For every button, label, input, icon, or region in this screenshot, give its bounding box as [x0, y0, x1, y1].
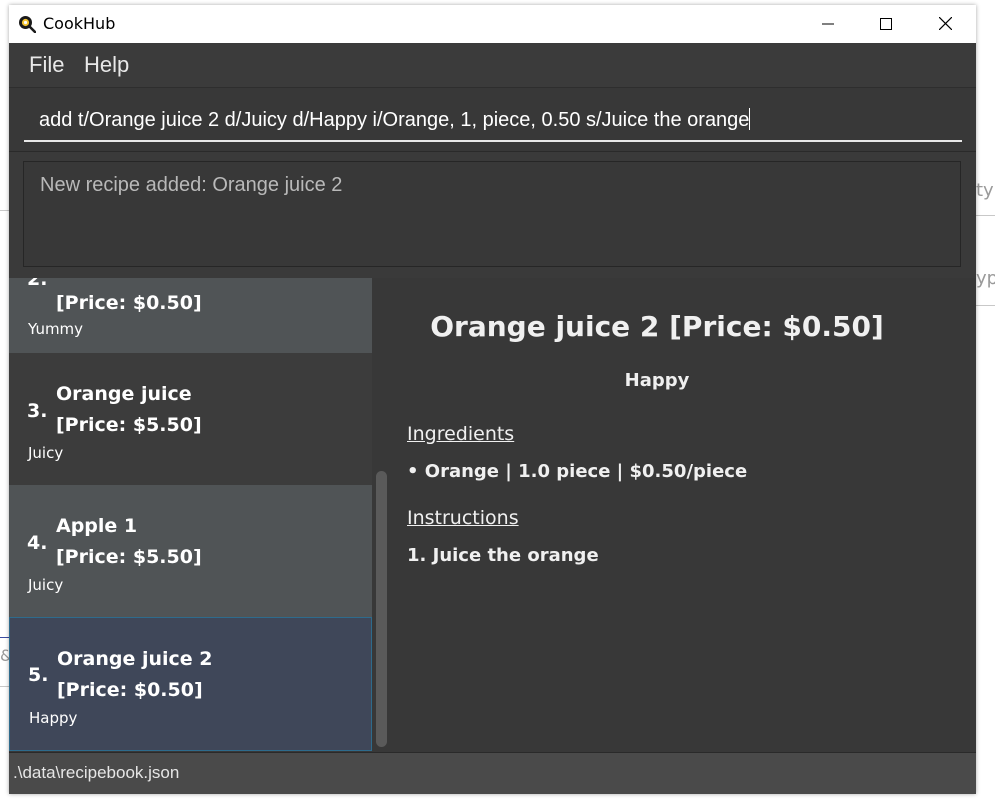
recipe-detail-title: Orange juice 2 [Price: $0.50]: [430, 310, 884, 343]
recipe-list-scrollbar[interactable]: [372, 278, 392, 752]
instruction-step: 1. Juice the orange: [407, 545, 599, 566]
recipe-index: 5.: [28, 664, 49, 686]
recipe-card-5[interactable]: 5. Orange juice 2 [Price: $0.50] Happy: [9, 617, 372, 751]
background-divider: [0, 210, 9, 211]
recipe-index: 4.: [27, 532, 48, 554]
minimize-icon: [822, 15, 834, 34]
command-input[interactable]: add t/Orange juice 2 d/Juicy d/Happy i/O…: [24, 106, 962, 142]
recipe-index: 2.: [27, 278, 48, 290]
app-window: CookHub File Help add t/Orange juice 2 d…: [9, 5, 976, 794]
maximize-icon: [880, 15, 892, 34]
maximize-button[interactable]: [857, 5, 915, 43]
recipe-card-3[interactable]: 3. Orange juice [Price: $5.50] Juicy: [9, 353, 372, 485]
window-title: CookHub: [43, 14, 116, 33]
recipe-card-2[interactable]: 2. [Price: $0.50] Yummy: [9, 278, 372, 353]
result-display-area: New recipe added: Orange juice 2: [9, 151, 976, 279]
command-box: add t/Orange juice 2 d/Juicy d/Happy i/O…: [9, 87, 976, 152]
background-divider: [0, 637, 9, 638]
recipe-price: [Price: $0.50]: [57, 679, 203, 701]
recipe-description: Juicy: [28, 444, 64, 462]
recipe-price: [Price: $5.50]: [56, 414, 202, 436]
recipe-index: 3.: [27, 400, 48, 422]
data-file-path: .\data\recipebook.json: [13, 763, 180, 782]
recipe-name: Orange juice: [56, 383, 192, 405]
recipe-name: Apple 1: [56, 515, 138, 537]
text-caret: [749, 108, 751, 130]
close-icon: [938, 15, 952, 34]
menu-file[interactable]: File: [29, 52, 64, 78]
status-bar: .\data\recipebook.json: [9, 752, 976, 794]
scrollbar-thumb[interactable]: [376, 471, 387, 747]
background-divider: [976, 215, 995, 216]
recipe-price: [Price: $5.50]: [56, 546, 202, 568]
frying-pan-icon: [18, 15, 37, 34]
ingredient-item: • Orange | 1.0 piece | $0.50/piece: [407, 461, 748, 482]
command-text: add t/Orange juice 2 d/Juicy d/Happy i/O…: [39, 108, 751, 132]
recipe-detail-description: Happy: [624, 370, 690, 391]
background-divider: [0, 686, 9, 687]
result-display: New recipe added: Orange juice 2: [23, 161, 961, 267]
result-message: New recipe added: Orange juice 2: [40, 174, 343, 196]
background-text: ty: [976, 180, 994, 201]
title-bar: CookHub: [9, 5, 976, 43]
recipe-description: Happy: [29, 709, 78, 727]
recipe-name: Orange juice 2: [57, 648, 213, 670]
recipe-price: [Price: $0.50]: [56, 292, 202, 314]
command-value: add t/Orange juice 2 d/Juicy d/Happy i/O…: [39, 109, 750, 131]
recipe-description: Yummy: [28, 320, 84, 338]
recipe-list[interactable]: 2. [Price: $0.50] Yummy 3. Orange juice …: [9, 278, 372, 752]
recipe-detail-panel: Orange juice 2 [Price: $0.50] Happy Ingr…: [392, 278, 976, 752]
recipe-description: Juicy: [28, 576, 64, 594]
background-right-edge: [976, 0, 995, 801]
ingredients-heading: Ingredients: [407, 423, 515, 445]
background-left-edge: [0, 0, 9, 801]
close-button[interactable]: [916, 5, 974, 43]
background-text: ype: [976, 268, 995, 289]
recipe-card-4[interactable]: 4. Apple 1 [Price: $5.50] Juicy: [9, 485, 372, 617]
menu-help[interactable]: Help: [84, 52, 129, 78]
minimize-button[interactable]: [799, 5, 857, 43]
instructions-heading: Instructions: [407, 507, 519, 529]
menu-bar: File Help: [9, 43, 976, 87]
background-divider: [976, 305, 995, 306]
